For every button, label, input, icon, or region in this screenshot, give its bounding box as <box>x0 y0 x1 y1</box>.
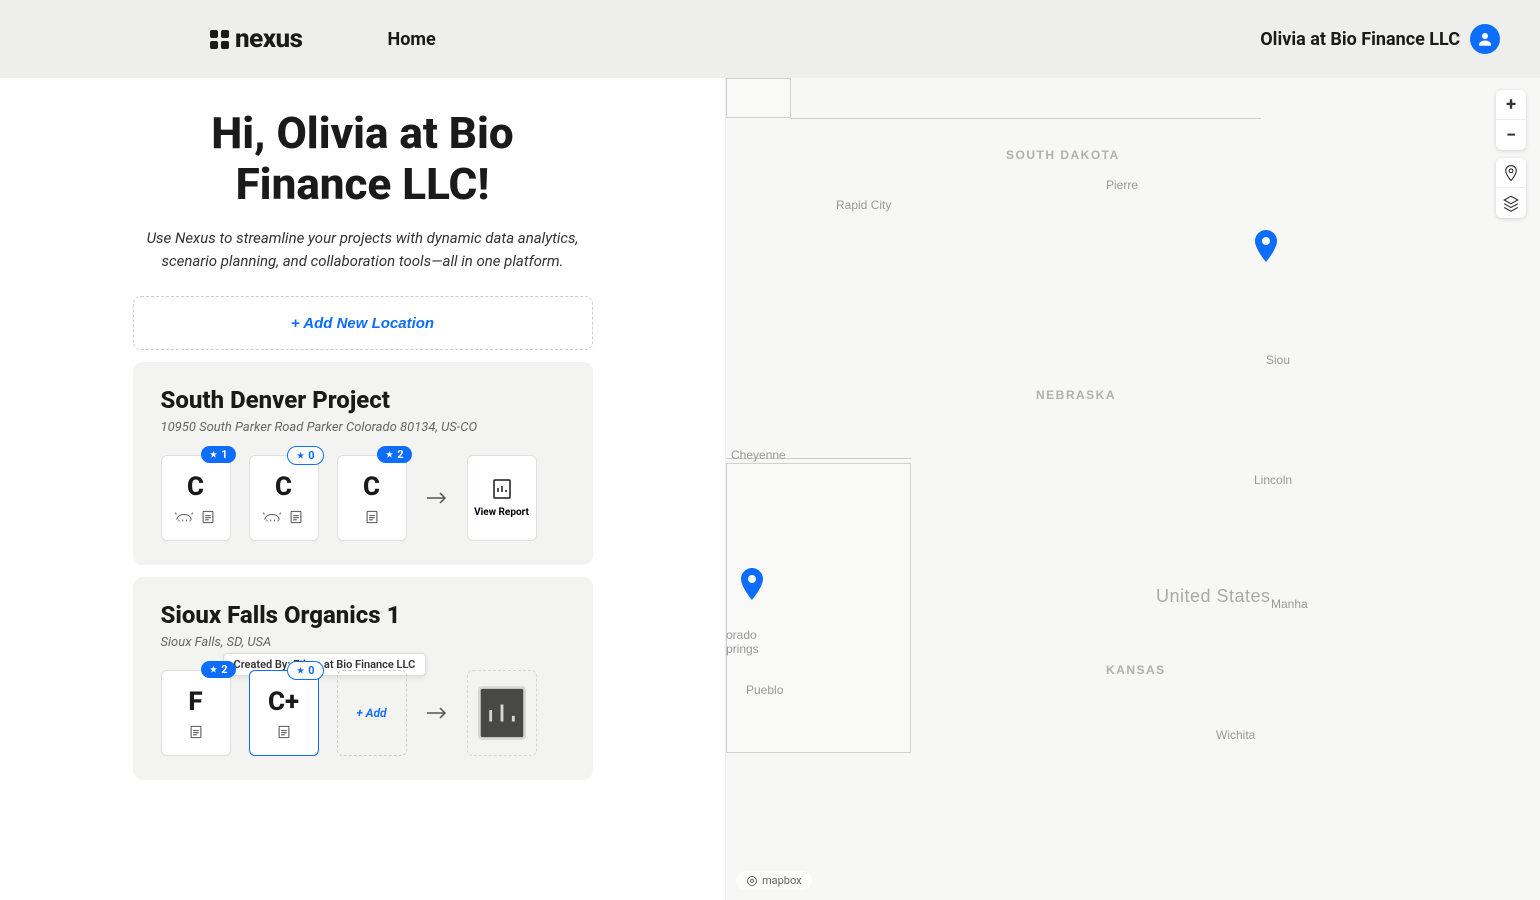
report-icon <box>274 725 294 739</box>
star-badge: 0 <box>287 661 323 680</box>
map-controls: + − <box>1496 90 1526 218</box>
add-card-button[interactable]: + Add <box>337 670 407 756</box>
empty-report-card <box>467 670 537 756</box>
user-label: Olivia at Bio Finance LLC <box>1260 29 1460 50</box>
header: nexus Home Olivia at Bio Finance LLC <box>0 0 1540 78</box>
report-chart-icon <box>468 679 536 747</box>
brand-text: nexus <box>235 24 303 54</box>
report-icon <box>286 510 306 524</box>
map-label: United States <box>1156 586 1271 607</box>
star-badge: 2 <box>377 446 411 463</box>
layers-button[interactable] <box>1496 188 1526 218</box>
map[interactable]: SOUTH DAKOTA NEBRASKA KANSAS United Stat… <box>725 78 1540 900</box>
header-user[interactable]: Olivia at Bio Finance LLC <box>1260 24 1500 54</box>
project-title: Sioux Falls Organics 1 <box>161 601 565 629</box>
score-card[interactable]: 2 C <box>337 455 407 541</box>
map-label: Cheyenne <box>731 448 786 462</box>
greeting: Hi, Olivia at Bio Finance LLC! <box>133 108 593 209</box>
arrow-right-icon <box>425 490 449 506</box>
score-card[interactable]: 0 C <box>249 455 319 541</box>
cow-icon <box>262 510 282 524</box>
map-label: Rapid City <box>836 198 891 212</box>
card-icons <box>186 725 206 739</box>
report-icon <box>198 510 218 524</box>
map-label: Lincoln <box>1254 473 1292 487</box>
star-badge: 1 <box>201 446 235 463</box>
logo-dots-icon <box>210 30 229 49</box>
project-address: 10950 South Parker Road Parker Colorado … <box>161 420 565 435</box>
project-card: Sioux Falls Organics 1 Sioux Falls, SD, … <box>133 577 593 780</box>
locate-button[interactable] <box>1496 158 1526 188</box>
card-icons <box>262 510 306 524</box>
map-label: NEBRASKA <box>1036 388 1116 402</box>
arrow-right-icon <box>425 705 449 721</box>
grade: C <box>275 472 292 502</box>
map-label: Pierre <box>1106 178 1138 192</box>
left-panel: Hi, Olivia at Bio Finance LLC! Use Nexus… <box>0 78 725 900</box>
subtitle: Use Nexus to streamline your projects wi… <box>133 227 593 272</box>
score-card[interactable]: 2 F <box>161 670 231 756</box>
map-pin[interactable] <box>740 568 764 600</box>
avatar-icon[interactable] <box>1470 24 1500 54</box>
grade: F <box>188 687 202 717</box>
map-label: orado prings <box>726 628 759 656</box>
star-badge: 0 <box>287 446 323 465</box>
project-title: South Denver Project <box>161 386 565 414</box>
zoom-in-button[interactable]: + <box>1496 90 1526 120</box>
report-chart-icon <box>490 477 514 501</box>
map-label: KANSAS <box>1106 663 1166 677</box>
brand-logo[interactable]: nexus <box>210 24 303 54</box>
add-location-button[interactable]: + Add New Location <box>133 296 593 350</box>
score-card[interactable]: 1 C <box>161 455 231 541</box>
map-pin[interactable] <box>1254 230 1278 262</box>
star-badge: 2 <box>201 661 235 678</box>
map-background: SOUTH DAKOTA NEBRASKA KANSAS United Stat… <box>726 78 1540 900</box>
grade: C+ <box>268 687 299 717</box>
cards-row: 2 F 0 C+ <box>161 670 565 756</box>
map-label: SOUTH DAKOTA <box>1006 148 1120 162</box>
nav-home[interactable]: Home <box>388 29 436 50</box>
cards-row: 1 C 0 C <box>161 455 565 541</box>
map-label: Wichita <box>1216 728 1255 742</box>
map-label: Siou <box>1266 353 1290 367</box>
score-card[interactable]: 0 C+ <box>249 670 319 756</box>
project-address: Sioux Falls, SD, USA <box>161 635 565 650</box>
map-label: Pueblo <box>746 683 783 697</box>
project-card: South Denver Project 10950 South Parker … <box>133 362 593 565</box>
map-label: Manha <box>1271 597 1308 611</box>
zoom-out-button[interactable]: − <box>1496 120 1526 150</box>
card-icons <box>274 725 294 739</box>
report-icon <box>186 725 206 739</box>
card-icons <box>362 510 382 524</box>
card-icons <box>174 510 218 524</box>
cow-icon <box>174 510 194 524</box>
report-icon <box>362 510 382 524</box>
view-report-button[interactable]: View Report <box>467 455 537 541</box>
map-attribution[interactable]: mapbox <box>736 871 812 890</box>
grade: C <box>363 472 380 502</box>
grade: C <box>187 472 204 502</box>
